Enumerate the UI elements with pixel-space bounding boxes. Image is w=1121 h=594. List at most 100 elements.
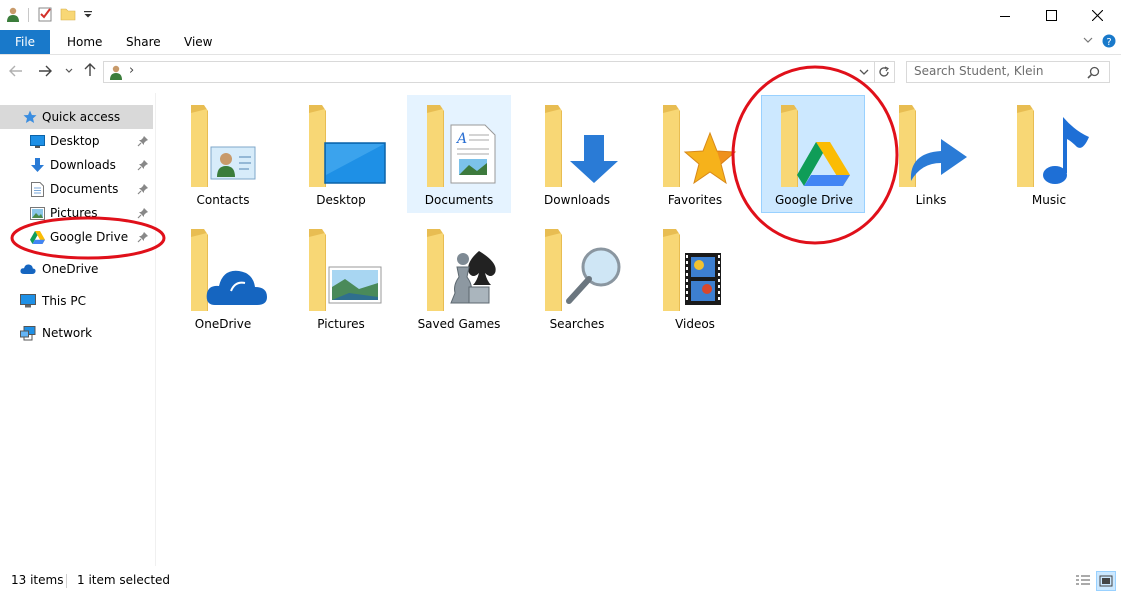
sidebar-item-label: Network — [42, 326, 93, 340]
minimize-icon — [999, 15, 1010, 17]
ribbon: File Home Share View ? — [0, 30, 1121, 55]
download-arrow-icon — [31, 157, 44, 172]
folder-saved-games[interactable]: Saved Games — [407, 219, 511, 337]
user-folder-icon — [110, 65, 122, 80]
expand-ribbon-chevron-icon[interactable] — [1083, 37, 1093, 45]
forward-arrow-icon[interactable] — [38, 65, 52, 77]
sidebar-item-label: Documents — [50, 182, 119, 196]
sidebar-item-label: OneDrive — [42, 262, 99, 276]
sidebar-item-onedrive[interactable]: OneDrive — [0, 257, 153, 281]
sidebar-item-label: Quick access — [42, 110, 121, 124]
folder-label: Documents — [424, 193, 494, 207]
details-view-icon[interactable] — [1075, 573, 1091, 589]
sidebar-item-label: Desktop — [50, 134, 100, 148]
downloads-folder-icon — [545, 105, 618, 187]
minimize-button[interactable] — [982, 0, 1028, 30]
document-icon — [31, 181, 44, 197]
tab-file[interactable]: File — [0, 30, 50, 54]
folder-favorites[interactable]: Favorites — [643, 95, 747, 213]
sidebar-item-google-drive[interactable]: Google Drive — [0, 225, 153, 249]
address-dropdown-chevron-icon[interactable] — [859, 69, 869, 76]
pictures-folder-icon — [309, 229, 382, 311]
refresh-icon — [878, 66, 889, 77]
desktop-icon — [30, 134, 45, 148]
documents-folder-icon: A — [427, 105, 496, 187]
pin-icon[interactable] — [137, 231, 149, 243]
tab-share[interactable]: Share — [126, 30, 161, 54]
music-folder-icon — [1017, 105, 1089, 187]
contacts-folder-icon — [191, 105, 256, 187]
folder-videos[interactable]: Videos — [643, 219, 747, 337]
up-arrow-icon[interactable] — [84, 63, 96, 77]
pictures-icon — [30, 206, 45, 220]
tab-view[interactable]: View — [184, 30, 212, 54]
pin-icon[interactable] — [137, 159, 149, 171]
folder-label: Contacts — [196, 193, 250, 207]
user-folder-icon[interactable] — [5, 6, 21, 22]
navigation-row: › — [0, 55, 1121, 89]
search-box[interactable] — [906, 61, 1110, 83]
folder-label: Links — [915, 193, 947, 207]
desktop-folder-icon — [309, 105, 386, 187]
folder-downloads[interactable]: Downloads — [525, 95, 629, 213]
sidebar-item-quick-access[interactable]: Quick access — [0, 105, 153, 129]
google-drive-icon — [30, 230, 45, 244]
refresh-button[interactable] — [873, 61, 895, 83]
new-folder-icon[interactable] — [60, 6, 76, 22]
folder-label: Videos — [675, 317, 715, 331]
separator — [28, 8, 29, 22]
folder-google-drive[interactable]: Google Drive — [761, 95, 865, 213]
onedrive-folder-icon — [191, 229, 267, 311]
properties-icon[interactable] — [37, 6, 53, 22]
recent-locations-chevron-icon[interactable] — [65, 68, 73, 74]
folder-links[interactable]: Links — [879, 95, 983, 213]
folder-music[interactable]: Music — [997, 95, 1101, 213]
maximize-icon — [1045, 9, 1057, 21]
computer-icon — [20, 294, 36, 308]
svg-text:?: ? — [1106, 37, 1111, 48]
folder-onedrive[interactable]: OneDrive — [171, 219, 275, 337]
folder-pictures[interactable]: Pictures — [289, 219, 393, 337]
sidebar-item-network[interactable]: Network — [0, 321, 153, 345]
sidebar-item-pictures[interactable]: Pictures — [0, 201, 153, 225]
folder-label: Desktop — [316, 193, 366, 207]
favorites-folder-icon — [663, 105, 737, 187]
folder-searches[interactable]: Searches — [525, 219, 629, 337]
pin-icon[interactable] — [137, 207, 149, 219]
address-bar[interactable]: › — [103, 61, 875, 83]
folder-label: Google Drive — [774, 193, 854, 207]
google-drive-folder-icon — [781, 105, 850, 187]
cloud-icon — [20, 264, 36, 274]
videos-folder-icon — [663, 229, 721, 311]
sidebar-item-desktop[interactable]: Desktop — [0, 129, 153, 153]
sidebar-item-documents[interactable]: Documents — [0, 177, 153, 201]
maximize-button[interactable] — [1028, 0, 1074, 30]
folder-label: Downloads — [544, 193, 610, 207]
item-count: 13 items — [11, 573, 64, 587]
large-icons-view-button[interactable] — [1096, 571, 1116, 591]
network-icon — [20, 325, 36, 340]
tab-home[interactable]: Home — [67, 30, 102, 54]
search-icon[interactable] — [1087, 66, 1100, 79]
folder-label: OneDrive — [194, 317, 252, 331]
close-button[interactable] — [1074, 0, 1120, 30]
sidebar-item-this-pc[interactable]: This PC — [0, 289, 153, 313]
back-arrow-icon[interactable] — [9, 65, 23, 77]
sidebar-item-label: Downloads — [50, 158, 116, 172]
pin-icon[interactable] — [137, 183, 149, 195]
sidebar-item-label: Pictures — [50, 206, 98, 220]
breadcrumb-separator[interactable]: › — [129, 63, 134, 78]
help-icon[interactable]: ? — [1102, 34, 1116, 48]
close-icon — [1091, 9, 1103, 21]
saved-games-folder-icon — [427, 229, 496, 311]
folder-label: Saved Games — [417, 317, 501, 331]
pin-icon[interactable] — [137, 135, 149, 147]
folder-contacts[interactable]: Contacts — [171, 95, 275, 213]
search-input[interactable] — [914, 62, 1084, 80]
folder-desktop[interactable]: Desktop — [289, 95, 393, 213]
customize-toolbar-chevron-icon[interactable] — [80, 6, 96, 22]
sidebar-item-downloads[interactable]: Downloads — [0, 153, 153, 177]
folder-documents[interactable]: A Documents — [407, 95, 511, 213]
folder-label: Music — [1031, 193, 1067, 207]
sidebar-item-label: Google Drive — [50, 230, 129, 244]
